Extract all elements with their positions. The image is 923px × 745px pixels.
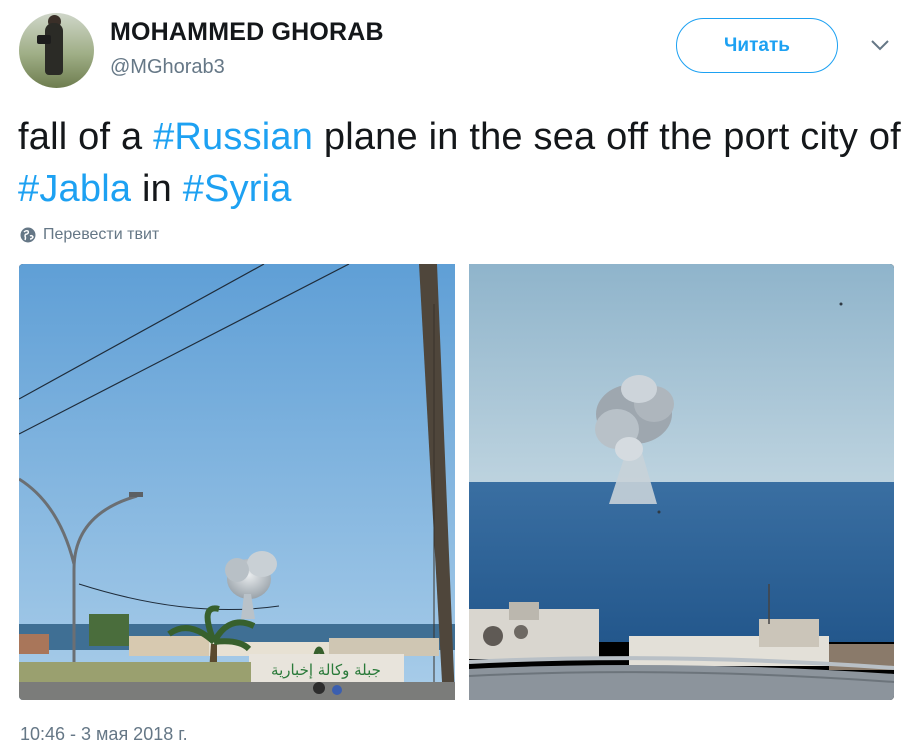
- tweet-text: fall of a #Russian plane in the sea off …: [18, 111, 908, 215]
- hashtag-link[interactable]: #Syria: [183, 168, 292, 210]
- photo-right[interactable]: [469, 264, 894, 700]
- globe-icon: [20, 227, 36, 243]
- author-handle[interactable]: @MGhorab3: [110, 56, 225, 79]
- media-grid: جبلة وكالة إخبارية: [19, 264, 894, 700]
- follow-button[interactable]: Читать: [676, 18, 838, 73]
- tweet-text-segment: in: [131, 168, 183, 210]
- timestamp[interactable]: 10:46 - 3 мая 2018 г.: [20, 724, 188, 745]
- avatar-camera: [37, 35, 51, 44]
- avatar-figure: [45, 23, 63, 75]
- photo-left[interactable]: جبلة وكالة إخبارية: [19, 264, 455, 700]
- translate-link[interactable]: Перевести твит: [20, 226, 159, 244]
- translate-label: Перевести твит: [43, 226, 160, 243]
- chevron-down-icon[interactable]: [870, 38, 890, 52]
- tweet-text-segment: fall of a: [18, 116, 154, 158]
- hashtag-link[interactable]: #Russian: [153, 116, 313, 158]
- avatar[interactable]: [19, 13, 94, 88]
- sign-text: جبلة وكالة إخبارية: [271, 661, 381, 679]
- tweet-text-segment: plane in the sea off the port city of: [313, 116, 901, 158]
- author-name[interactable]: MOHAMMED GHORAB: [110, 18, 384, 47]
- photo-divider: [455, 264, 469, 700]
- hashtag-link[interactable]: #Jabla: [18, 168, 131, 210]
